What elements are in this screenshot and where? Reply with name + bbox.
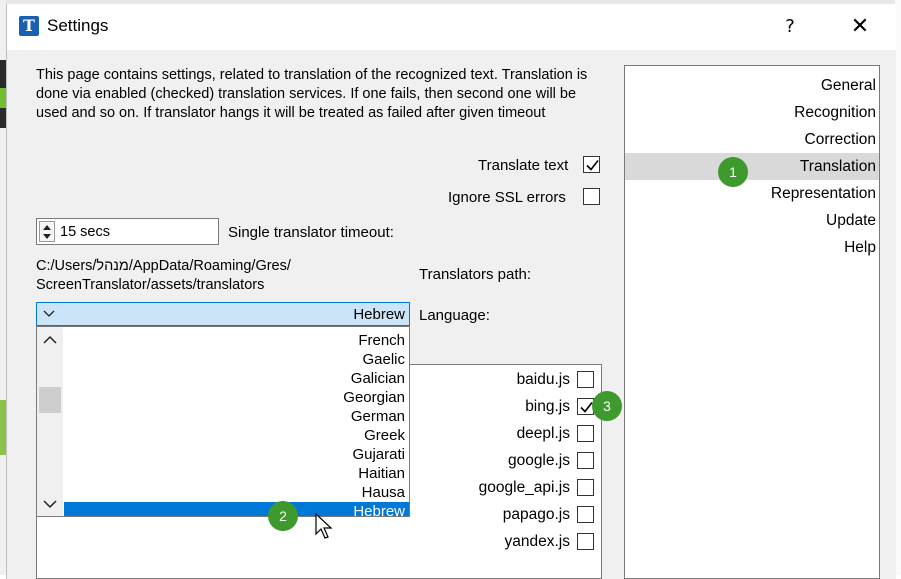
- sidebar-item-general[interactable]: General: [625, 72, 879, 99]
- language-option[interactable]: French: [64, 331, 409, 350]
- timeout-spinbox[interactable]: 15 secs: [36, 218, 219, 245]
- sidebar-item-recognition[interactable]: Recognition: [625, 99, 879, 126]
- translator-name: bing.js: [525, 398, 570, 415]
- translator-name: deepl.js: [516, 425, 570, 442]
- language-selected: Hebrew: [353, 306, 405, 323]
- timeout-value: 15 secs: [60, 224, 110, 240]
- language-option[interactable]: Hausa: [64, 483, 409, 502]
- scrollbar-thumb[interactable]: [39, 387, 61, 413]
- translator-name: google_api.js: [478, 479, 570, 496]
- scroll-down-icon[interactable]: [43, 499, 57, 509]
- language-combobox[interactable]: Hebrew: [36, 302, 410, 326]
- translator-checkbox[interactable]: [577, 371, 594, 388]
- window-title: Settings: [47, 16, 109, 35]
- ignore-ssl-label: Ignore SSL errors: [448, 189, 566, 206]
- translators-path-value: C:/Users/מנהל/AppData/Roaming/Gres/ Scre…: [36, 257, 291, 295]
- translate-text-checkbox[interactable]: [583, 156, 600, 173]
- translator-name: yandex.js: [504, 533, 570, 550]
- sidebar-item-update[interactable]: Update: [625, 207, 879, 234]
- step-badge-1: 1: [718, 157, 748, 187]
- language-option[interactable]: German: [64, 407, 409, 426]
- translator-name: baidu.js: [516, 371, 570, 388]
- language-option[interactable]: Gaelic: [64, 350, 409, 369]
- path-line-2: ScreenTranslator/assets/translators: [36, 277, 265, 293]
- translator-name: google.js: [507, 452, 570, 469]
- language-option[interactable]: Gujarati: [64, 445, 409, 464]
- page-description: This page contains settings, related to …: [36, 67, 588, 121]
- translator-checkbox[interactable]: [577, 425, 594, 442]
- sidebar-item-correction[interactable]: Correction: [625, 126, 879, 153]
- language-option[interactable]: Georgian: [64, 388, 409, 407]
- translator-checkbox[interactable]: [577, 533, 594, 550]
- timeout-label: Single translator timeout:: [228, 224, 394, 241]
- app-icon: T: [19, 16, 39, 36]
- dropdown-scrollbar[interactable]: [37, 327, 63, 516]
- mouse-cursor-icon: [315, 513, 333, 539]
- translator-checkbox[interactable]: [577, 506, 594, 523]
- step-badge-3: 3: [592, 391, 622, 421]
- spin-down-icon[interactable]: [43, 234, 51, 239]
- check-icon: [586, 160, 599, 171]
- translator-checkbox[interactable]: [577, 479, 594, 496]
- step-badge-2: 2: [268, 501, 298, 531]
- language-option[interactable]: Hebrew: [64, 502, 409, 516]
- close-button[interactable]: ✕: [845, 14, 875, 40]
- language-option[interactable]: Haitian: [64, 464, 409, 483]
- translator-name: papago.js: [502, 506, 570, 523]
- settings-sidebar: General Recognition Correction Translation R…: [624, 65, 880, 579]
- translate-text-label: Translate text: [478, 157, 569, 174]
- spin-up-icon[interactable]: [43, 225, 51, 230]
- scroll-up-icon[interactable]: [43, 335, 57, 345]
- spin-arrows[interactable]: [39, 221, 55, 242]
- title-bar: T Settings ? ✕: [7, 4, 896, 50]
- language-option[interactable]: Galician: [64, 369, 409, 388]
- translator-checkbox[interactable]: [577, 452, 594, 469]
- ignore-ssl-checkbox[interactable]: [583, 188, 600, 205]
- language-label: Language:: [419, 307, 490, 324]
- language-option[interactable]: Greek: [64, 426, 409, 445]
- sidebar-item-help[interactable]: Help: [625, 234, 879, 261]
- settings-dialog: T Settings ? ✕ This page contains settin…: [6, 4, 896, 579]
- path-line-1: C:/Users/מנהל/AppData/Roaming/Gres/: [36, 258, 291, 274]
- chevron-down-icon: [43, 310, 55, 317]
- help-button[interactable]: ?: [775, 14, 805, 40]
- sidebar-item-representation[interactable]: Representation: [625, 180, 879, 207]
- sidebar-item-translation[interactable]: Translation: [625, 153, 879, 180]
- language-dropdown-list: French Gaelic Galician Georgian German Greek G…: [36, 326, 410, 517]
- translators-path-label: Translators path:: [419, 266, 531, 283]
